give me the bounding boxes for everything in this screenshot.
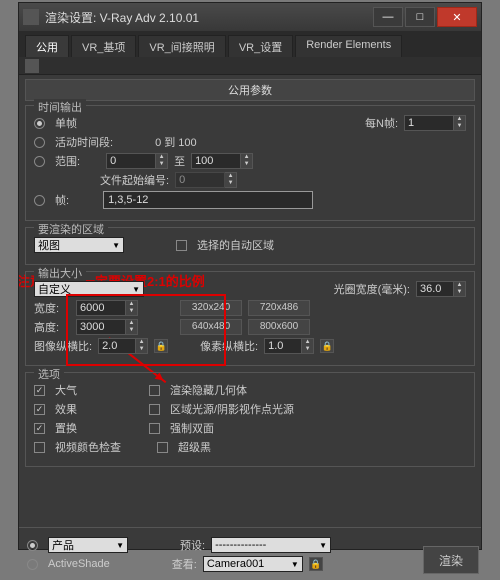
label-frames: 帧: xyxy=(55,192,69,208)
dropdown-viewport[interactable]: Camera001▼ xyxy=(203,556,303,572)
label-file-start: 文件起始编号: xyxy=(100,172,169,188)
spinner-every-n[interactable]: ▲▼ xyxy=(404,115,466,131)
spinner-range-from[interactable]: ▲▼ xyxy=(106,153,168,169)
check-displace[interactable] xyxy=(34,423,45,434)
annotation-box xyxy=(66,294,226,366)
tab-bar: 公用 VR_基项 VR_间接照明 VR_设置 Render Elements xyxy=(19,31,481,57)
group-time-output: 时间输出 单帧 每N帧: ▲▼ 活动时间段: 0 到 100 范围: ▲▼ 至 xyxy=(25,105,475,221)
group-render-area: 要渲染的区域 视图▼ 选择的自动区域 xyxy=(25,227,475,265)
radio-product[interactable] xyxy=(27,540,38,551)
radio-activeshade[interactable] xyxy=(27,559,38,570)
section-header[interactable]: 公用参数 xyxy=(25,79,475,101)
preset-720x486[interactable]: 720x486 xyxy=(248,300,310,316)
group-title: 输出大小 xyxy=(34,265,86,281)
check-atmo[interactable] xyxy=(34,385,45,396)
label-every-n: 每N帧: xyxy=(365,115,398,131)
group-title: 时间输出 xyxy=(34,99,86,115)
label-active: 活动时间段: xyxy=(55,134,113,150)
input-frames[interactable] xyxy=(103,191,313,209)
spinner-file-start[interactable]: ▲▼ xyxy=(175,172,237,188)
check-video-color[interactable] xyxy=(34,442,45,453)
check-hidden[interactable] xyxy=(149,385,160,396)
close-button[interactable]: ✕ xyxy=(437,7,477,27)
tab-common[interactable]: 公用 xyxy=(25,35,69,57)
label-viewport: 查看: xyxy=(172,556,197,572)
label-activeshade: ActiveShade xyxy=(48,558,110,570)
group-title: 选项 xyxy=(34,366,64,382)
tab-vr-indirect[interactable]: VR_间接照明 xyxy=(138,35,225,57)
label-auto-region: 选择的自动区域 xyxy=(197,237,274,253)
label-range-to: 至 xyxy=(174,153,185,169)
tab-render-elements[interactable]: Render Elements xyxy=(295,35,402,57)
dropdown-render-area[interactable]: 视图▼ xyxy=(34,237,124,253)
check-auto-region[interactable] xyxy=(176,240,187,251)
group-options: 选项 大气 渲染隐藏几何体 效果 区域光源/阴影视作点光源 置换 强制双面 视频… xyxy=(25,372,475,467)
check-area-lights[interactable] xyxy=(149,404,160,415)
window-title: 渲染设置: V-Ray Adv 2.10.01 xyxy=(45,9,371,26)
maximize-button[interactable]: □ xyxy=(405,7,435,27)
group-title: 要渲染的区域 xyxy=(34,221,108,237)
spinner-range-to[interactable]: ▲▼ xyxy=(191,153,253,169)
radio-single[interactable] xyxy=(34,118,45,129)
tool-icon[interactable] xyxy=(25,59,39,73)
spinner-aperture[interactable]: ▲▼ xyxy=(416,281,466,297)
titlebar: 渲染设置: V-Ray Adv 2.10.01 — □ ✕ xyxy=(19,3,481,31)
label-width: 宽度: xyxy=(34,300,70,316)
minimize-button[interactable]: — xyxy=(373,7,403,27)
tab-vr-base[interactable]: VR_基项 xyxy=(71,35,136,57)
label-single: 单帧 xyxy=(55,115,77,131)
lock-viewport-icon[interactable]: 🔒 xyxy=(309,557,323,571)
label-height: 高度: xyxy=(34,319,70,335)
lock-pixel-aspect-icon[interactable]: 🔒 xyxy=(320,339,334,353)
check-effects[interactable] xyxy=(34,404,45,415)
preset-800x600[interactable]: 800x600 xyxy=(248,319,310,335)
group-output-size: 输出大小 自定义▼ 光圈宽度(毫米): ▲▼ 宽度: ▲▼ 320x240 72… xyxy=(25,271,475,366)
check-super-black[interactable] xyxy=(157,442,168,453)
radio-frames[interactable] xyxy=(34,195,45,206)
render-button[interactable]: 渲染 xyxy=(423,546,479,574)
app-icon xyxy=(23,9,39,25)
label-aperture: 光圈宽度(毫米): xyxy=(334,281,410,297)
label-range: 范围: xyxy=(55,153,80,169)
radio-range[interactable] xyxy=(34,156,45,167)
label-active-range: 0 到 100 xyxy=(155,134,197,150)
check-two-sided[interactable] xyxy=(149,423,160,434)
tab-vr-settings[interactable]: VR_设置 xyxy=(228,35,293,57)
spinner-pixel-aspect[interactable]: ▲▼ xyxy=(264,338,314,354)
radio-active[interactable] xyxy=(34,137,45,148)
toolbar xyxy=(19,57,481,75)
